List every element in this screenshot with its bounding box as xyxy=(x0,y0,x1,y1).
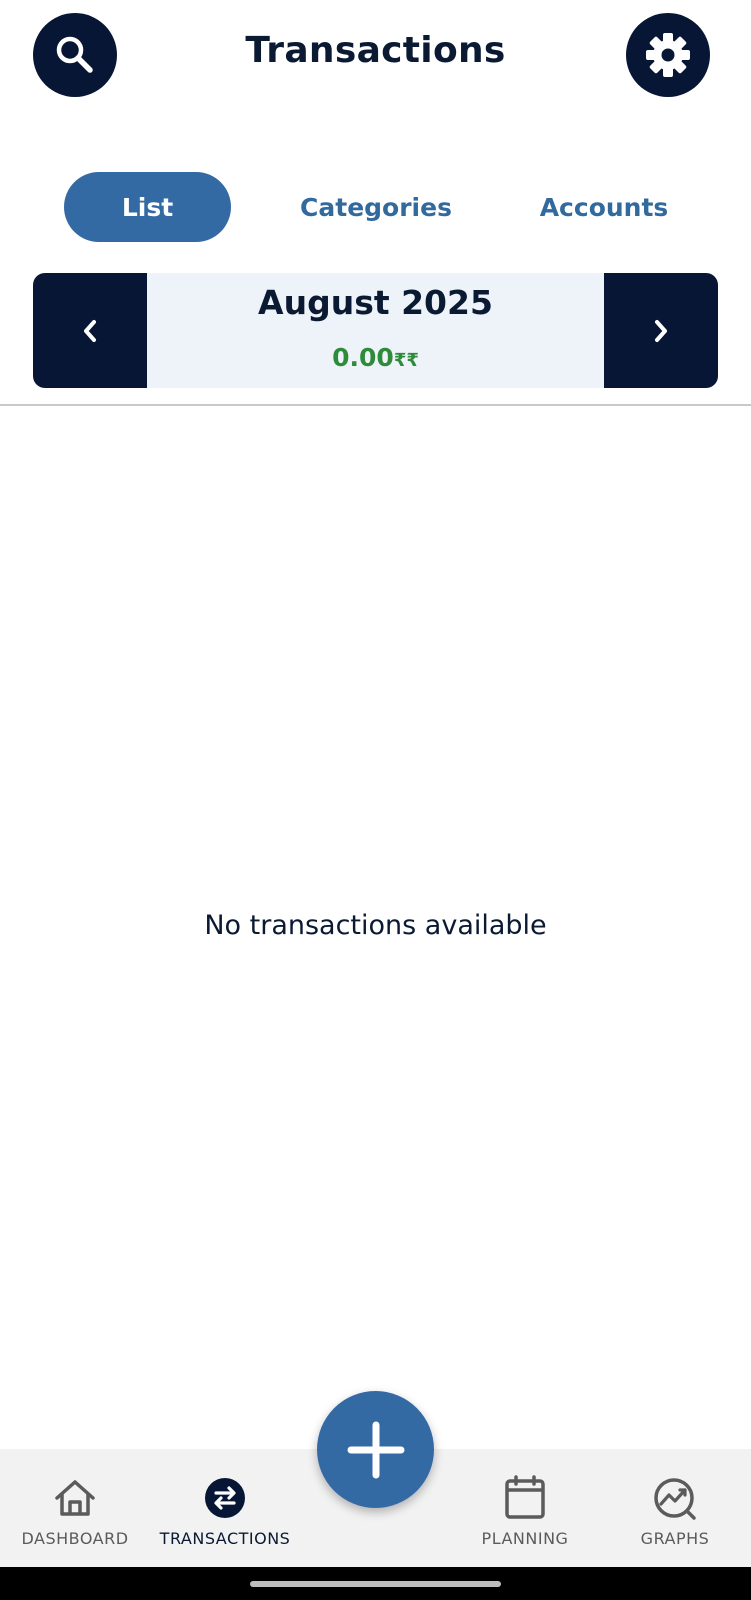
nav-item-dashboard[interactable]: DASHBOARD xyxy=(10,1449,140,1567)
nav-item-transactions[interactable]: TRANSACTIONS xyxy=(150,1449,300,1567)
chevron-left-icon xyxy=(84,319,96,342)
nav-item-planning[interactable]: PLANNING xyxy=(460,1449,590,1567)
system-navigation-bar xyxy=(0,1567,751,1600)
app-header: Transactions xyxy=(0,0,751,110)
currency-symbol: ₹₹ xyxy=(393,350,419,371)
nav-label-graphs: GRAPHS xyxy=(640,1529,710,1548)
next-month-button[interactable] xyxy=(604,273,718,388)
home-icon xyxy=(55,1480,95,1516)
gear-icon xyxy=(646,33,690,77)
add-transaction-button[interactable] xyxy=(317,1391,434,1508)
tab-accounts[interactable]: Accounts xyxy=(514,172,694,242)
view-tabs: List Categories Accounts xyxy=(0,172,751,244)
nav-label-transactions: TRANSACTIONS xyxy=(159,1529,291,1548)
month-label: August 2025 xyxy=(258,283,493,322)
tab-list[interactable]: List xyxy=(64,172,231,242)
settings-button[interactable] xyxy=(626,13,710,97)
previous-month-button[interactable] xyxy=(33,273,147,388)
swap-arrows-icon xyxy=(205,1478,245,1518)
home-gesture-indicator[interactable] xyxy=(250,1581,501,1587)
month-total-value: 0.00 xyxy=(332,343,394,372)
nav-label-dashboard: DASHBOARD xyxy=(21,1529,129,1548)
plus-icon xyxy=(347,1421,404,1478)
chart-trend-icon xyxy=(654,1478,696,1520)
divider xyxy=(0,404,751,406)
nav-label-planning: PLANNING xyxy=(481,1529,569,1548)
month-total: 0.00₹₹ xyxy=(147,343,604,372)
tab-categories[interactable]: Categories xyxy=(283,172,469,242)
nav-item-graphs[interactable]: GRAPHS xyxy=(610,1449,740,1567)
empty-state-message: No transactions available xyxy=(204,910,547,941)
month-selector: August 2025 0.00₹₹ xyxy=(33,273,718,388)
calendar-icon xyxy=(505,1475,545,1519)
chevron-right-icon xyxy=(655,319,667,342)
